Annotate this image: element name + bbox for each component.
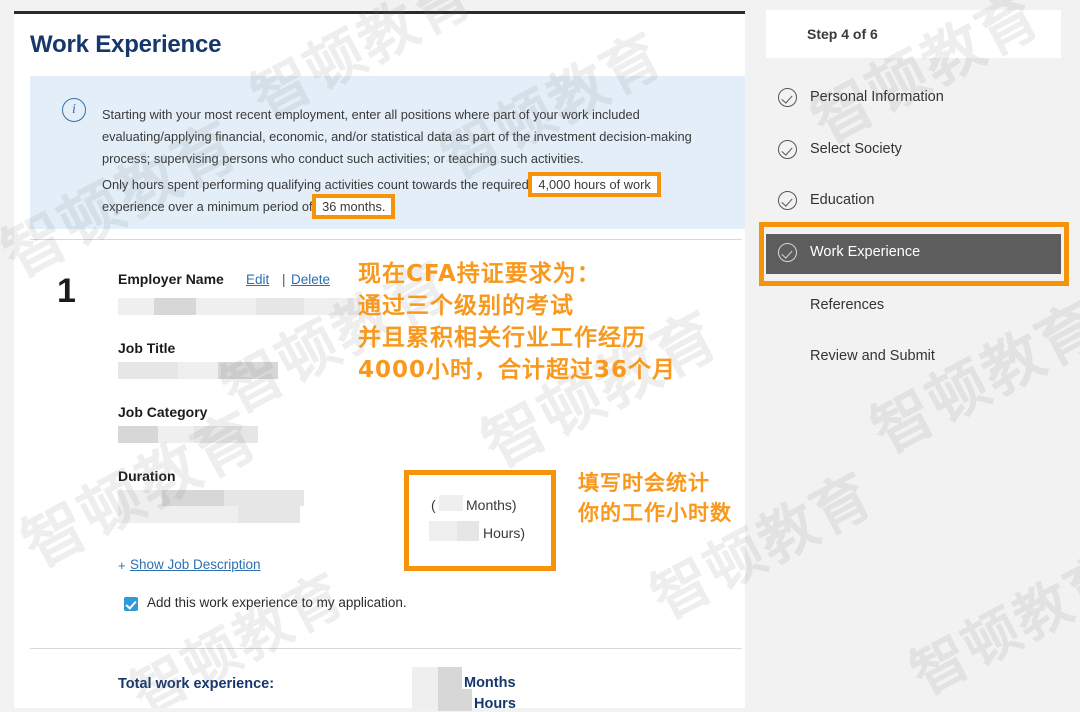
add-to-application-checkbox[interactable]	[124, 597, 138, 611]
divider-bottom	[30, 648, 742, 649]
sidebar-item-education[interactable]: Education	[766, 182, 1061, 222]
duration-label: Duration	[118, 468, 176, 484]
duration-value-redacted	[224, 490, 304, 506]
sidebar-item-references[interactable]: References	[766, 287, 1061, 327]
employer-name-value-redacted	[196, 298, 256, 315]
annotation-hours-tally: 填写时会统计 你的工作小时数	[578, 468, 732, 528]
job-title-label: Job Title	[118, 340, 175, 356]
job-title-value-redacted	[178, 362, 218, 379]
check-circle-icon	[778, 191, 797, 210]
callout-months-unit: Months)	[466, 497, 517, 513]
job-title-value-redacted	[118, 362, 178, 379]
work-experience-highlight-box	[759, 222, 1069, 286]
total-months-value-redacted	[412, 667, 438, 689]
check-circle-icon	[778, 88, 797, 107]
info-icon: i	[62, 98, 86, 122]
employer-name-value-redacted	[118, 298, 154, 315]
entry-index: 1	[57, 272, 76, 311]
job-category-label: Job Category	[118, 404, 207, 420]
callout-months-value-redacted	[439, 495, 463, 511]
show-job-description-link[interactable]: Show Job Description	[130, 557, 261, 572]
callout-open-paren: (	[431, 497, 436, 513]
annotation-line: 填写时会统计	[578, 468, 732, 498]
highlight-months-requirement: 36 months.	[316, 198, 391, 215]
sidebar-item-label: Review and Submit	[810, 348, 935, 364]
annotation-line: 你的工作小时数	[578, 498, 732, 528]
sidebar-item-select-society[interactable]: Select Society	[766, 131, 1061, 171]
callout-hours-unit: Hours)	[483, 525, 525, 541]
annotation-line: 并且累积相关行业工作经历	[358, 322, 676, 354]
info-callout: i Starting with your most recent employm…	[30, 76, 745, 229]
sidebar-item-label: Education	[810, 192, 875, 208]
employer-name-value-redacted	[256, 298, 304, 315]
sidebar-item-review-and-submit[interactable]: Review and Submit	[766, 338, 1061, 378]
sidebar-item-label: Select Society	[810, 141, 902, 157]
annotation-line: 现在CFA持证要求为：	[358, 258, 676, 290]
page-title: Work Experience	[30, 31, 221, 59]
duration-value-redacted	[238, 506, 300, 523]
highlight-hours-requirement: 4,000 hours of work	[532, 176, 656, 193]
callout-hours-value-redacted	[429, 521, 457, 541]
duration-value-redacted	[162, 490, 224, 506]
check-circle-icon	[778, 140, 797, 159]
total-months-value-redacted	[438, 667, 462, 689]
step-indicator-text: Step 4 of 6	[807, 26, 878, 42]
sidebar-item-label: References	[810, 297, 884, 313]
duration-value-redacted	[118, 506, 238, 523]
job-category-value-redacted	[194, 426, 258, 443]
sidebar-item-label: Personal Information	[810, 89, 944, 105]
show-job-description-plus-icon: +	[118, 558, 126, 573]
months-hours-callout-box: ( Months) Hours)	[404, 470, 556, 571]
link-separator: |	[282, 272, 286, 287]
add-to-application-label: Add this work experience to my applicati…	[147, 595, 407, 610]
callout-hours-value-redacted	[457, 521, 479, 541]
info-paragraph-1: Starting with your most recent employmen…	[102, 104, 714, 170]
step-sidebar: Step 4 of 6 Personal Information Select …	[745, 0, 1080, 708]
total-hours-unit: Hours	[474, 696, 516, 712]
divider-top	[30, 239, 742, 240]
job-title-value-redacted	[218, 362, 278, 379]
annotation-cfa-requirements: 现在CFA持证要求为： 通过三个级别的考试 并且累积相关行业工作经历 4000小…	[358, 258, 676, 386]
info-p2-text-before: Only hours spent performing qualifying a…	[102, 177, 529, 192]
total-work-experience-label: Total work experience:	[118, 676, 274, 692]
employer-name-value-redacted	[304, 298, 360, 315]
employer-name-value-redacted	[154, 298, 196, 315]
annotation-line: 通过三个级别的考试	[358, 290, 676, 322]
edit-link[interactable]: Edit	[246, 272, 269, 287]
info-p2-text-middle: experience over a minimum period of	[102, 199, 313, 214]
info-paragraph-2: Only hours spent performing qualifying a…	[102, 174, 714, 218]
annotation-line: 4000小时，合计超过36个月	[358, 354, 676, 386]
delete-link[interactable]: Delete	[291, 272, 330, 287]
employer-name-label: Employer Name	[118, 271, 224, 287]
sidebar-item-personal-information[interactable]: Personal Information	[766, 79, 1061, 119]
job-category-value-redacted	[118, 426, 158, 443]
step-indicator-box: Step 4 of 6	[766, 10, 1061, 58]
duration-value-redacted	[118, 490, 162, 506]
job-category-value-redacted	[158, 426, 194, 443]
